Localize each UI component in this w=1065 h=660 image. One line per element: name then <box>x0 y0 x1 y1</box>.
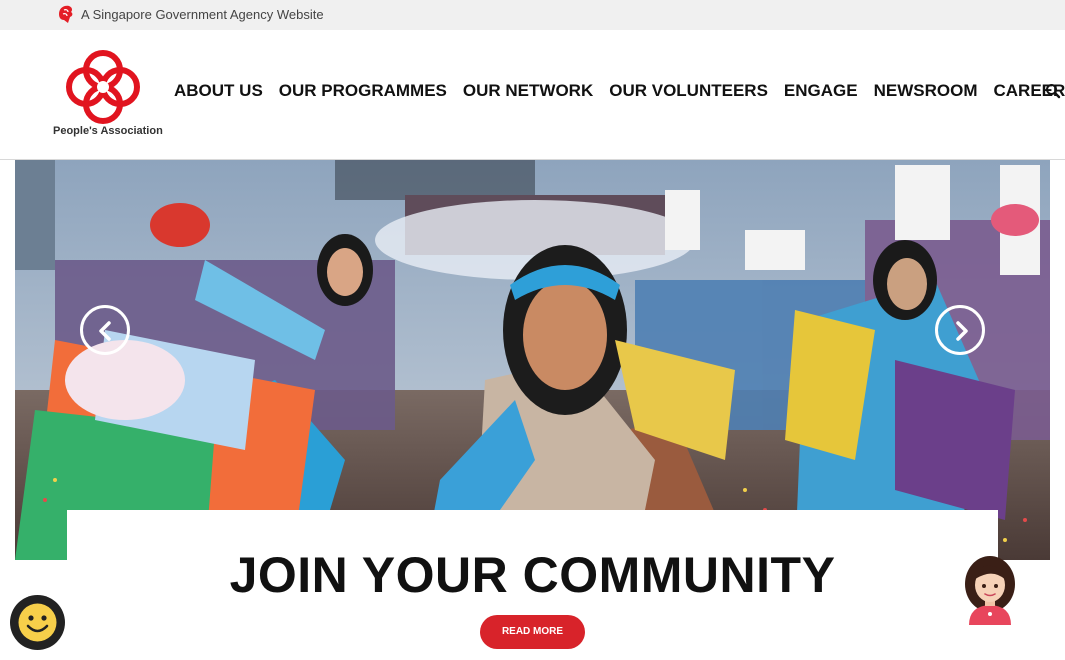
search-icon[interactable] <box>1045 83 1061 99</box>
chevron-left-icon <box>99 321 111 341</box>
hero-caption-card: JOIN YOUR COMMUNITY READ MORE <box>67 510 998 660</box>
nav-item-about-us[interactable]: ABOUT US <box>174 80 263 104</box>
gov-masthead-text: A Singapore Government Agency Website <box>81 7 324 22</box>
nav-item-our-volunteers[interactable]: OUR VOLUNTEERS <box>609 80 768 104</box>
chevron-right-icon <box>956 321 968 341</box>
main-navigation: ABOUT US OUR PROGRAMMES OUR NETWORK OUR … <box>174 80 1065 104</box>
site-header: People's Association ABOUT US OUR PROGRA… <box>0 30 1065 160</box>
logo-wordmark: People's Association <box>53 125 163 137</box>
feedback-widget-button[interactable] <box>10 595 65 650</box>
site-logo[interactable]: People's Association <box>50 48 163 144</box>
hero-carousel <box>15 160 1050 560</box>
nav-item-engage[interactable]: ENGAGE <box>784 80 858 104</box>
carousel-next-button[interactable] <box>935 305 985 355</box>
lion-head-icon <box>59 5 73 23</box>
carousel-prev-button[interactable] <box>80 305 130 355</box>
nav-item-our-programmes[interactable]: OUR PROGRAMMES <box>279 80 447 104</box>
hero-headline: JOIN YOUR COMMUNITY <box>229 547 836 603</box>
nav-item-our-network[interactable]: OUR NETWORK <box>463 80 593 104</box>
gov-masthead: A Singapore Government Agency Website <box>0 0 1065 30</box>
chat-assistant-button[interactable] <box>957 550 1023 625</box>
pa-logo-mark <box>66 50 140 124</box>
nav-item-newsroom[interactable]: NEWSROOM <box>874 80 978 104</box>
hero-photo <box>15 160 1050 560</box>
assistant-avatar-icon <box>965 556 1015 625</box>
read-more-button[interactable]: READ MORE <box>480 615 585 649</box>
smiley-face-icon <box>18 603 57 642</box>
